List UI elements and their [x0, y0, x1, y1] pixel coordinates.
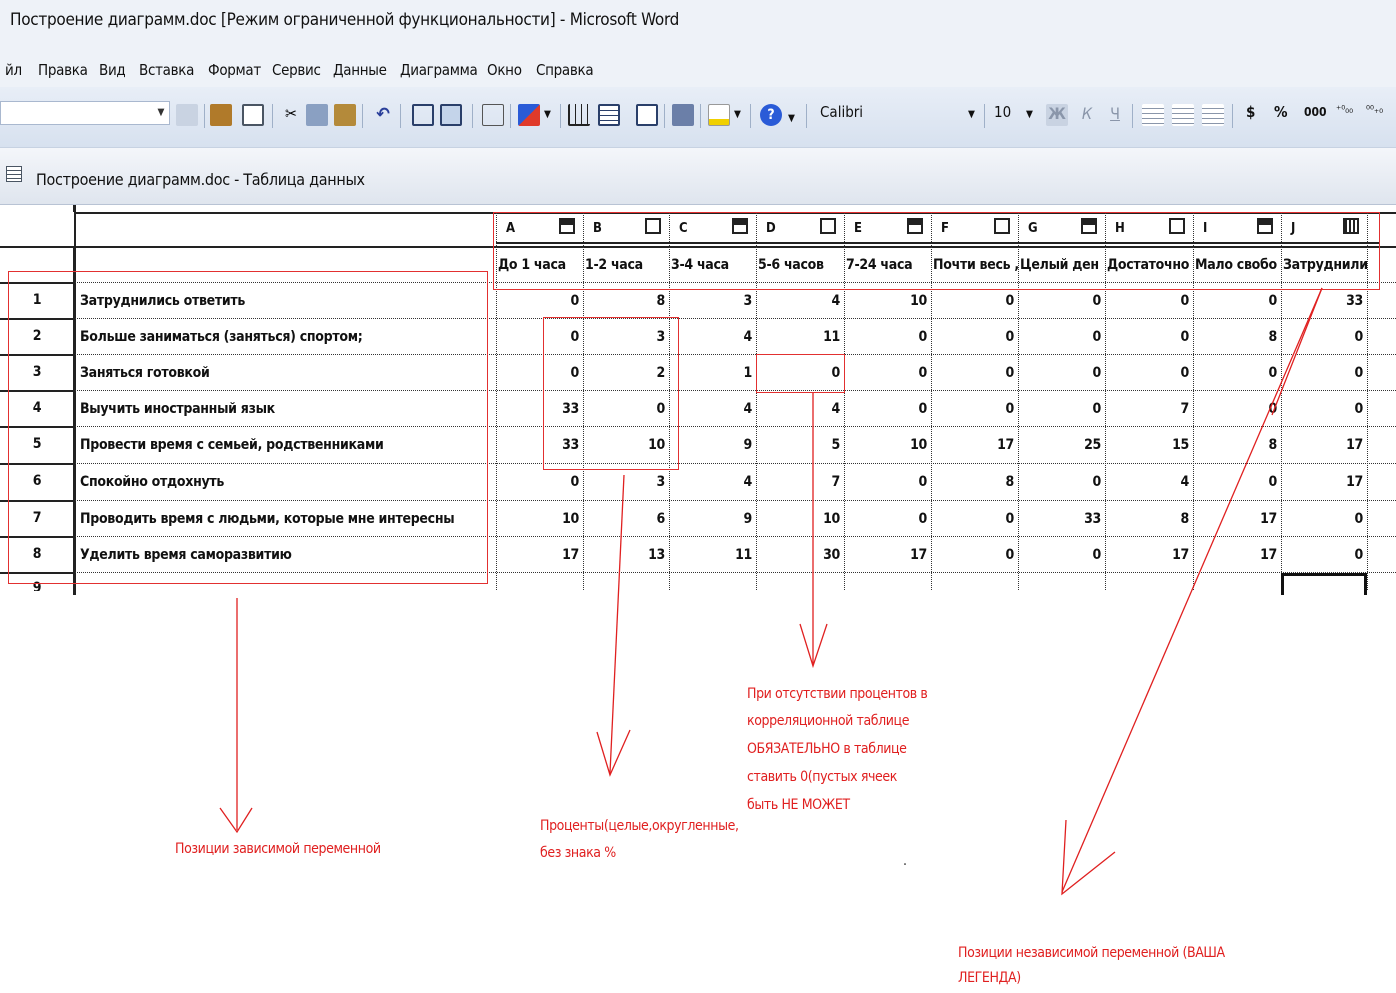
- independent-note-line-1: Позиции независимой переменной (ВАША: [958, 945, 1225, 961]
- zero-note-line-5: быть НЕ МОЖЕТ: [747, 797, 850, 813]
- dependent-variable-note: Позиции зависимой переменной: [175, 841, 381, 857]
- zero-note-line-4: ставить 0(пустых ячеек: [747, 769, 897, 785]
- stray-dot: .: [903, 853, 907, 869]
- zero-note-line-1: При отсутствии процентов в: [747, 686, 928, 702]
- percent-note-line-2: без знака %: [540, 845, 616, 861]
- percent-note-line-1: Проценты(целые,округленные,: [540, 818, 739, 834]
- zero-note-line-3: ОБЯЗАТЕЛЬНО в таблице: [747, 741, 907, 757]
- zero-note-line-2: корреляционной таблице: [747, 713, 910, 729]
- independent-note-line-2: ЛЕГЕНДА): [958, 970, 1021, 986]
